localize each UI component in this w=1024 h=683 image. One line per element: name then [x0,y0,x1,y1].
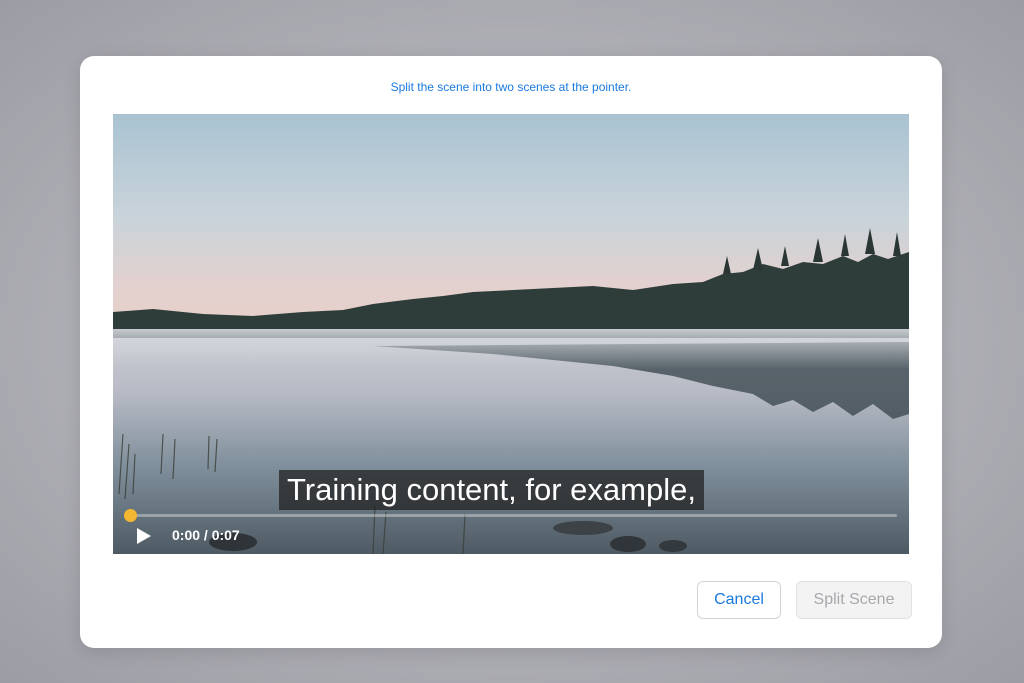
split-scene-button[interactable]: Split Scene [796,581,912,619]
progress-scrubber-handle[interactable] [124,509,137,522]
time-display: 0:00 / 0:07 [172,527,240,543]
cancel-button[interactable]: Cancel [697,581,781,619]
play-button[interactable] [133,524,155,548]
split-scene-dialog: Split the scene into two scenes at the p… [80,56,942,648]
play-icon [137,528,151,544]
video-player[interactable]: Training content, for example, 0:00 / 0:… [113,114,909,554]
instruction-text: Split the scene into two scenes at the p… [390,80,632,94]
subtitle-caption: Training content, for example, [279,470,704,510]
progress-bar[interactable] [129,514,897,517]
